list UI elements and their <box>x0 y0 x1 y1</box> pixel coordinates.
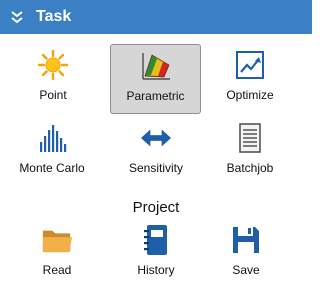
point-label: Point <box>39 88 67 102</box>
sun-icon <box>37 49 69 81</box>
surface-plot-icon <box>140 50 172 82</box>
point-button[interactable]: Point <box>18 44 88 114</box>
batchjob-button[interactable]: Batchjob <box>212 118 288 186</box>
folder-icon <box>41 224 73 256</box>
task-panel-header: Task <box>0 0 312 34</box>
trend-chart-icon <box>234 49 266 81</box>
histogram-icon <box>36 122 68 154</box>
sensitivity-button[interactable]: Sensitivity <box>112 118 200 186</box>
read-button[interactable]: Read <box>22 220 92 284</box>
history-button[interactable]: History <box>114 220 198 284</box>
panel-title: Task <box>36 8 72 25</box>
parametric-button[interactable]: Parametric <box>110 44 201 114</box>
task-panel: Task Point Parametric Optimize Monte Car… <box>0 0 312 284</box>
document-lines-icon <box>234 122 266 154</box>
notebook-icon <box>140 224 172 256</box>
optimize-label: Optimize <box>226 88 274 102</box>
save-label: Save <box>232 263 260 277</box>
double-arrow-icon <box>140 122 172 154</box>
sensitivity-label: Sensitivity <box>128 161 184 175</box>
read-label: Read <box>42 263 72 277</box>
monte-carlo-label: Monte Carlo <box>19 161 85 175</box>
batchjob-label: Batchjob <box>226 161 274 175</box>
parametric-label: Parametric <box>126 89 185 103</box>
collapse-chevrons-icon[interactable] <box>10 9 24 25</box>
optimize-button[interactable]: Optimize <box>212 44 288 114</box>
project-section-heading: Project <box>132 199 180 216</box>
floppy-disk-icon <box>230 224 262 256</box>
save-button[interactable]: Save <box>212 220 280 284</box>
history-label: History <box>137 263 175 277</box>
monte-carlo-button[interactable]: Monte Carlo <box>10 118 94 186</box>
